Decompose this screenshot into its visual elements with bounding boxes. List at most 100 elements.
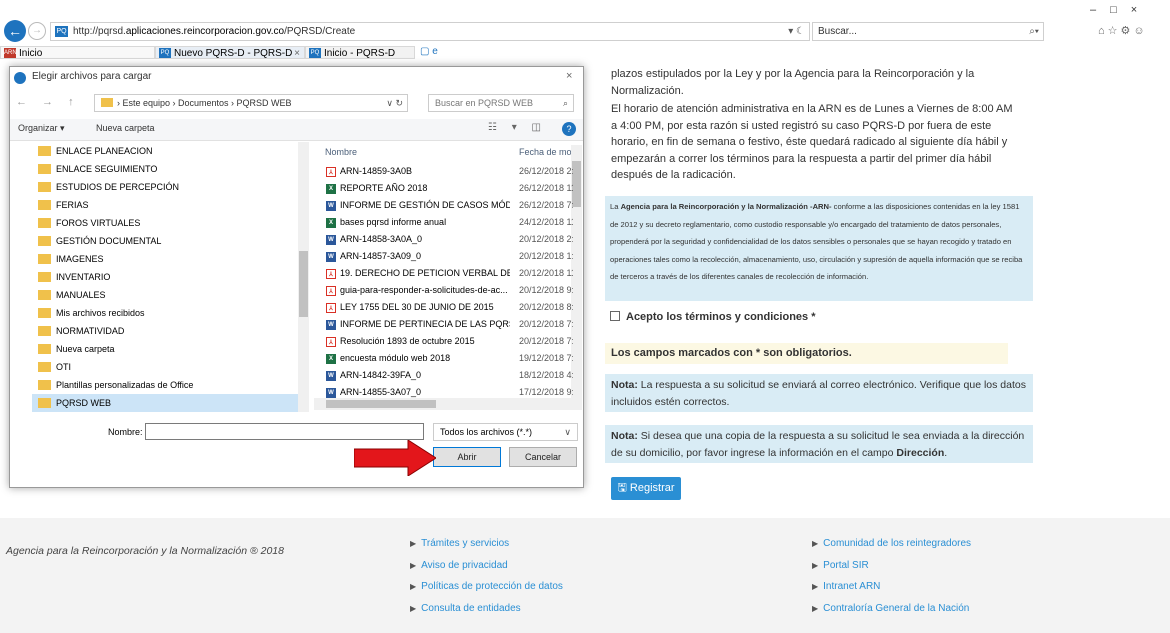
file-row[interactable]: ⅄ 19. DERECHO DE PETICION VERBAL DEC... 20…	[314, 265, 573, 282]
accept-terms[interactable]: Acepto los términos y condiciones *	[610, 311, 816, 323]
file-name: LEY 1755 DEL 30 DE JUNIO DE 2015	[340, 302, 494, 312]
file-row[interactable]: W ARN-14842-39FA_0 18/12/2018 4:	[314, 367, 573, 384]
file-row[interactable]: Xbases pqrsd informe anual 24/12/2018 11	[314, 214, 573, 231]
file-row[interactable]: ⅄ LEY 1755 DEL 30 DE JUNIO DE 2015 20/12/2…	[314, 299, 573, 316]
url-path: /PQRSD/Create	[284, 26, 356, 37]
file-row[interactable]: W ARN-14857-3A09_0 20/12/2018 1:	[314, 248, 573, 265]
accept-label: Acepto los términos y condiciones *	[626, 311, 816, 323]
nota-text-end: .	[944, 447, 948, 459]
accept-checkbox[interactable]	[610, 311, 620, 321]
folder-item[interactable]: Mis archivos recibidos	[38, 304, 298, 322]
folder-label: NORMATIVIDAD	[56, 326, 125, 336]
nueva-carpeta-button[interactable]: Nueva carpeta	[96, 123, 155, 133]
tab-nuevo-pqrsd[interactable]: PQ Nuevo PQRS-D - PQRS-D ×	[155, 46, 305, 59]
file-open-dialog: Elegir archivos para cargar × ← → ↑ › Es…	[9, 66, 584, 488]
folder-item[interactable]: MANUALES	[38, 286, 298, 304]
folder-label: PQRSD WEB	[56, 398, 112, 408]
path-refresh-icon[interactable]: ∨ ↻	[386, 95, 403, 111]
registrar-button[interactable]: 🖫 Registrar	[611, 477, 681, 500]
pdf-file-icon: ⅄	[326, 167, 336, 177]
browser-tool-icons[interactable]: ⌂☆⚙☺	[1098, 24, 1148, 37]
new-tab-icon[interactable]: ▢ e	[420, 46, 466, 59]
folder-item[interactable]: FERIAS	[38, 196, 298, 214]
dialog-search-input[interactable]: Buscar en PQRSD WEB ⌕	[428, 94, 574, 112]
file-row[interactable]: ⅄ guia-para-responder-a-solicitudes-de-ac…	[314, 282, 573, 299]
folder-item[interactable]: Plantillas personalizadas de Office	[38, 376, 298, 394]
window-controls[interactable]: –□×	[1090, 4, 1170, 18]
file-list-scrollbar-thumb[interactable]	[572, 161, 581, 207]
file-date: 24/12/2018 11	[519, 217, 573, 227]
chevron-down-icon: ∨	[564, 427, 571, 437]
folder-item[interactable]: INVENTARIO	[38, 268, 298, 286]
cancelar-button[interactable]: Cancelar	[509, 447, 577, 467]
file-row[interactable]: ⅄ Resolución 1893 de octubre 2015 20/12/20…	[314, 333, 573, 350]
search-icon[interactable]: ⌕▾	[1029, 23, 1039, 40]
footer-link-portal-sir[interactable]: ▶ Portal SIR	[812, 560, 869, 571]
file-row[interactable]: W ARN-14858-3A0A_0 20/12/2018 2:	[314, 231, 573, 248]
footer-link-tramites[interactable]: ▶ Trámites y servicios	[410, 538, 509, 549]
doc-file-icon: W	[326, 371, 336, 381]
address-bar[interactable]: PQ http://pqrsd.aplicaciones.reincorpora…	[50, 22, 810, 41]
dialog-nav-row: ← → ↑ › Este equipo › Documentos › PQRSD…	[16, 93, 576, 113]
back-button[interactable]: ←	[4, 20, 26, 42]
dialog-search-placeholder: Buscar en PQRSD WEB	[435, 98, 534, 108]
close-tab-icon[interactable]: ×	[294, 47, 300, 60]
folder-item[interactable]: Nueva carpeta	[38, 340, 298, 358]
folder-icon	[38, 254, 51, 264]
footer-link-intranet[interactable]: ▶ Intranet ARN	[812, 581, 880, 592]
footer-link-politicas[interactable]: ▶ Políticas de protección de datos	[410, 581, 563, 592]
privacy-entity: Agencia para la Reincorporación y la Nor…	[620, 202, 832, 211]
browser-search-box[interactable]: Buscar... ⌕▾	[812, 22, 1044, 41]
nombre-input[interactable]	[145, 423, 424, 440]
tab-label: Nuevo PQRS-D - PQRS-D	[174, 48, 293, 59]
forward-button[interactable]: →	[28, 22, 46, 40]
filetype-select[interactable]: Todos los archivos (*.*) ∨	[433, 423, 578, 441]
column-date[interactable]: Fecha de moc	[519, 147, 576, 157]
folder-item[interactable]: IMAGENES	[38, 250, 298, 268]
abrir-button[interactable]: Abrir	[433, 447, 501, 467]
path-breadcrumb[interactable]: › Este equipo › Documentos › PQRSD WEB ∨ …	[94, 94, 408, 112]
file-row[interactable]: ⅄ ARN-14859-3A0B 26/12/2018 2:	[314, 163, 573, 180]
folder-item[interactable]: NORMATIVIDAD	[38, 322, 298, 340]
column-name[interactable]: Nombre	[325, 147, 357, 157]
file-name: INFORME DE PERTINECIA DE LAS PQRS-...	[340, 319, 510, 329]
footer-link-contraloria[interactable]: ▶ Contraloría General de la Nación	[812, 603, 969, 614]
pdf-file-icon: ⅄	[326, 269, 336, 279]
footer-link-aviso[interactable]: ▶ Aviso de privacidad	[410, 560, 508, 571]
tab-inicio[interactable]: ARN Inicio	[0, 46, 155, 59]
footer-link-consulta[interactable]: ▶ Consulta de entidades	[410, 603, 521, 614]
folder-item[interactable]: PQRSD WEB	[32, 394, 298, 412]
file-date: 26/12/2018 2:	[519, 166, 573, 176]
doc-file-icon: W	[326, 252, 336, 262]
file-row[interactable]: W INFORME DE GESTIÓN DE CASOS MÓD... 26/12…	[314, 197, 573, 214]
dialog-close-icon[interactable]: ×	[566, 70, 572, 82]
file-date: 19/12/2018 7:	[519, 353, 573, 363]
folder-label: OTI	[56, 362, 71, 372]
folder-item[interactable]: ENLACE PLANEACION	[38, 142, 298, 160]
arn-tab-icon: ARN	[4, 48, 17, 58]
refresh-icon[interactable]: ▾ ☾	[788, 23, 805, 40]
folder-item[interactable]: OTI	[38, 358, 298, 376]
file-name: ARN-14855-3A07_0	[340, 387, 422, 397]
file-row[interactable]: Xencuesta módulo web 2018 19/12/2018 7:	[314, 350, 573, 367]
help-icon[interactable]: ?	[562, 122, 576, 136]
file-row[interactable]: W INFORME DE PERTINECIA DE LAS PQRS-... 20…	[314, 316, 573, 333]
organizar-button[interactable]: Organizar ▾	[18, 123, 65, 134]
folder-item[interactable]: GESTIÓN DOCUMENTAL	[38, 232, 298, 250]
folder-label: Plantillas personalizadas de Office	[56, 380, 194, 390]
horizontal-scrollbar-thumb[interactable]	[326, 400, 436, 408]
tab-inicio-pqrsd[interactable]: PQ Inicio - PQRS-D	[305, 46, 415, 59]
footer-link-comunidad[interactable]: ▶ Comunidad de los reintegradores	[812, 538, 971, 549]
nav-arrows-icon[interactable]: ← → ↑	[16, 96, 80, 108]
folder-item[interactable]: FOROS VIRTUALES	[38, 214, 298, 232]
tree-scrollbar-thumb[interactable]	[299, 251, 308, 317]
folder-item[interactable]: ESTUDIOS DE PERCEPCIÓN	[38, 178, 298, 196]
view-options-icon[interactable]: ☷ ▾ ◫	[488, 122, 547, 133]
search-icon[interactable]: ⌕	[563, 95, 568, 111]
file-row[interactable]: X REPORTE AÑO 2018 26/12/2018 11	[314, 180, 573, 197]
folder-label: ENLACE PLANEACION	[56, 146, 153, 156]
file-name: bases pqrsd informe anual	[340, 217, 447, 227]
folder-item[interactable]: ENLACE SEGUIMIENTO	[38, 160, 298, 178]
file-row[interactable]: W ARN-14855-3A07_0 17/12/2018 9:	[314, 384, 573, 401]
folder-label: FERIAS	[56, 200, 89, 210]
